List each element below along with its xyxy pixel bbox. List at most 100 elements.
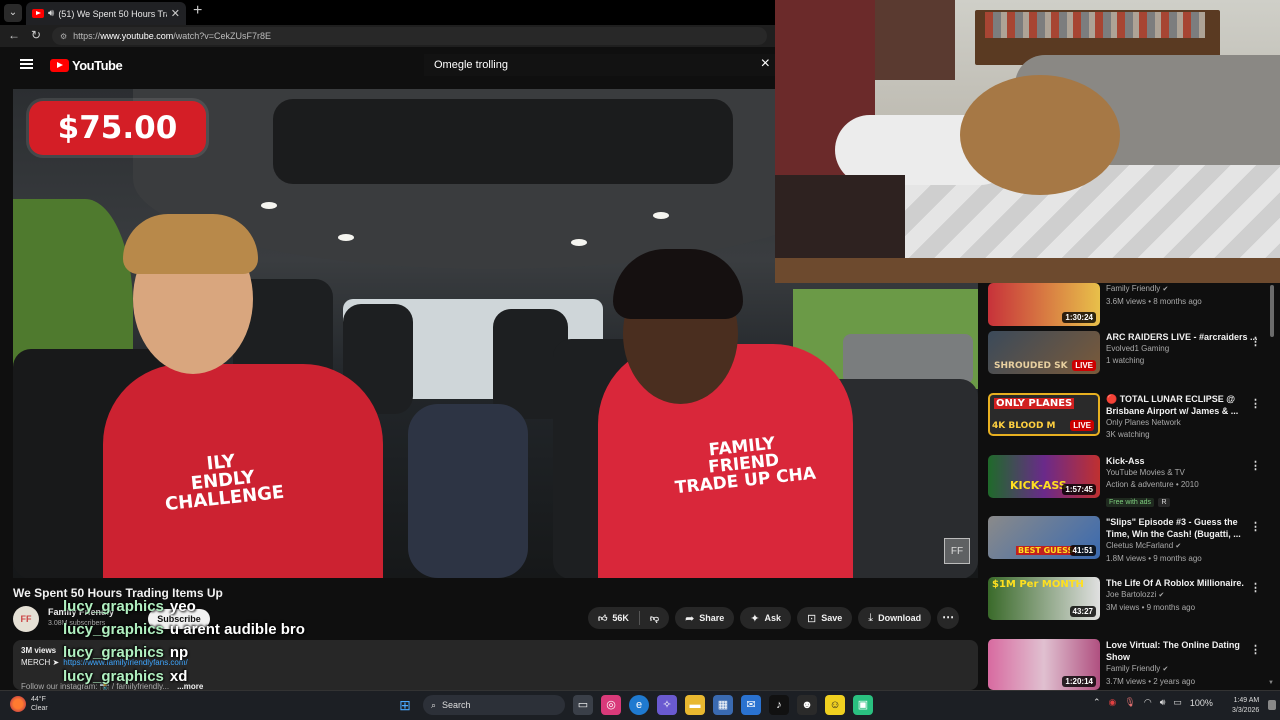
edge-browser-icon[interactable]: e (629, 695, 649, 715)
cam-window (875, 0, 955, 80)
battery-icon[interactable]: ▭ (1173, 697, 1182, 708)
notification-bell-icon[interactable] (1268, 700, 1276, 710)
url-input[interactable]: ⚙︎ https://www.youtube.com/watch?v=CekZUs… (52, 27, 767, 45)
more-options-icon[interactable]: ⋮ (1250, 581, 1261, 594)
cam-shelf-items (985, 12, 1205, 38)
video-thumbnail[interactable]: ONLY PLANES 4K BLOOD M LIVE (988, 393, 1100, 436)
new-tab-plus-icon[interactable]: + (193, 2, 202, 20)
channel-avatar[interactable]: FF (13, 606, 39, 632)
recommended-video[interactable]: SHROUDED SK LIVE ARC RAIDERS LIVE - #arc… (988, 331, 1273, 387)
sidebar-scrollbar[interactable] (1268, 283, 1276, 690)
more-options-icon[interactable]: ⋮ (1250, 520, 1261, 533)
site-info-icon[interactable]: ⚙︎ (60, 32, 67, 41)
tiktok-icon[interactable]: ♪ (769, 695, 789, 715)
recommended-video[interactable]: 1:20:14 Love Virtual: The Online Dating … (988, 639, 1273, 690)
tab-title: (51) We Spent 50 Hours Trading (58, 8, 166, 19)
webcam-overlay (775, 0, 1280, 283)
streaming-app-icon[interactable]: ▣ (853, 695, 873, 715)
microphone-icon[interactable]: 🎙︎ (1124, 697, 1135, 708)
video-thumbnail[interactable]: $1M Per MONTH 43:27 (988, 577, 1100, 620)
ceiling-light (338, 234, 354, 241)
video-duration: 1:57:45 (1062, 484, 1096, 495)
windows-start-icon[interactable]: ⊞ (395, 695, 415, 715)
chat-message: lucy_graphics xd (63, 668, 187, 685)
snapchat-icon[interactable]: ☺ (825, 695, 845, 715)
taskbar-search-label: Search (442, 700, 471, 710)
channel-watermark[interactable]: FF (944, 538, 970, 564)
description-views: 3M views (21, 646, 57, 655)
recommended-video[interactable]: KICK-ASS 1:57:45 Kick-Ass YouTube Movies… (988, 455, 1273, 511)
alien-app-icon[interactable]: ☻ (797, 695, 817, 715)
dislike-button[interactable]: 👎︎ (640, 607, 669, 629)
share-button[interactable]: ➦ Share (675, 607, 735, 629)
weather-widget[interactable]: 44°F Clear (10, 695, 48, 713)
sidebar-scrollbar-thumb[interactable] (1270, 285, 1274, 337)
tray-expand-chevron-icon[interactable]: ⌃ (1093, 697, 1101, 708)
recommended-video[interactable]: ONLY PLANES 4K BLOOD M LIVE 🔴 TOTAL LUNA… (988, 393, 1273, 449)
taskbar-search[interactable]: ⌕ Search (423, 695, 565, 715)
instagram-icon[interactable]: ◎ (601, 695, 621, 715)
clock-date: 3/3/2026 (1232, 707, 1260, 714)
video-stats: 1.8M views • 9 months ago (1106, 554, 1202, 563)
video-thumbnail[interactable]: SHROUDED SK LIVE (988, 331, 1100, 374)
more-options-icon[interactable]: ⋮ (1250, 643, 1261, 656)
like-button[interactable]: 👍︎ 56K (588, 607, 639, 629)
share-label: Share (699, 613, 725, 623)
tab-list-chevron-icon[interactable]: ⌄ (4, 4, 22, 22)
parked-truck (843, 334, 973, 384)
store-icon[interactable]: ▦ (713, 695, 733, 715)
more-options-icon[interactable]: ⋮ (1250, 335, 1261, 348)
copilot-icon[interactable]: ✧ (657, 695, 677, 715)
video-thumbnail[interactable]: BEST GUESS 41:51 (988, 516, 1100, 559)
speaker-icon[interactable]: 🔊︎ (48, 8, 54, 19)
verified-check-icon: ✔ (1162, 286, 1169, 293)
search-input[interactable]: Omegle trolling × (424, 54, 780, 76)
youtube-logo[interactable]: YouTube (50, 58, 123, 73)
recommended-video[interactable]: BEST GUESS 41:51 "Slips" Episode #3 - Gu… (988, 516, 1273, 572)
system-tray: ⌃ ◉ 🎙︎ ◠ 🔊︎ ▭ 100% (1093, 697, 1213, 708)
ask-button[interactable]: ✦ Ask (740, 607, 792, 629)
video-stats: 3.6M views • 8 months ago (1106, 297, 1202, 306)
save-label: Save (821, 613, 843, 623)
backpack (408, 404, 528, 578)
video-thumbnail[interactable]: KICK-ASS 1:57:45 (988, 455, 1100, 498)
file-explorer-icon[interactable]: ▬ (685, 695, 705, 715)
chat-text: u arent audible bro (169, 621, 305, 638)
hamburger-menu-icon[interactable] (20, 59, 33, 69)
mail-icon[interactable]: ✉ (741, 695, 761, 715)
merch-label: MERCH ➤ (21, 658, 60, 667)
more-actions-icon[interactable]: ⋯ (937, 607, 960, 629)
scroll-down-arrow-icon[interactable]: ▼ (1268, 680, 1274, 686)
clear-search-icon[interactable]: × (761, 55, 770, 73)
video-stats: 3M views • 9 months ago (1106, 603, 1196, 612)
tray-app-icon[interactable]: ◉ (1109, 697, 1117, 708)
like-count: 56K (612, 613, 629, 623)
task-view-icon[interactable]: ▭ (573, 695, 593, 715)
chat-username: lucy_graphics (63, 621, 164, 638)
chat-username: lucy_graphics (63, 644, 164, 661)
volume-icon[interactable]: 🔊︎ (1160, 697, 1166, 708)
more-options-icon[interactable]: ⋮ (1250, 397, 1261, 410)
more-options-icon[interactable]: ⋮ (1250, 459, 1261, 472)
system-clock[interactable]: 1:49 AM 3/3/2026 (1232, 696, 1259, 716)
browser-tab-youtube[interactable]: 🔊︎ (51) We Spent 50 Hours Trading ✕ (26, 2, 186, 25)
video-thumbnail[interactable]: 1:30:24 (988, 283, 1100, 326)
chat-text: yeo (169, 598, 196, 615)
video-title: Love Virtual: The Online Dating Show (1106, 640, 1240, 662)
windows-taskbar: 44°F Clear ⊞ ⌕ Search ▭ ◎ e ✧ ▬ ▦ ✉ ♪ ☻ ☺ … (0, 690, 1280, 720)
video-channel: Family Friendly ✔ (1106, 664, 1169, 673)
chat-username: lucy_graphics (63, 668, 164, 685)
download-button[interactable]: ⤓ Download (858, 607, 932, 629)
reload-icon[interactable]: ↻ (31, 28, 41, 42)
wifi-icon[interactable]: ◠ (1144, 697, 1152, 708)
video-channel: Evolved1 Gaming (1106, 344, 1170, 353)
video-thumbnail[interactable]: 1:20:14 (988, 639, 1100, 690)
rating-badge: R (1158, 498, 1170, 507)
car-sunroof (273, 99, 733, 184)
url-prefix: https:// (73, 31, 101, 41)
recommended-video[interactable]: $1M Per MONTH 43:27 The Life Of A Roblox… (988, 577, 1273, 633)
youtube-play-logo-icon (50, 59, 69, 72)
tab-close-icon[interactable]: ✕ (171, 7, 180, 20)
save-button[interactable]: ⊡ Save (797, 607, 853, 629)
back-arrow-icon[interactable]: ← (8, 28, 20, 42)
